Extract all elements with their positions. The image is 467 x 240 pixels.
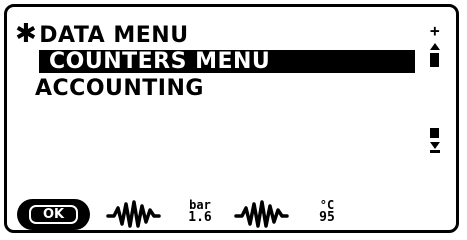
- waveform-icon: [234, 200, 289, 228]
- display-screen: ✱DATA MENU COUNTERS MENU ACCOUNTING + OK…: [4, 4, 459, 233]
- scroll-minus-icon: [430, 150, 440, 153]
- temperature-readout: °C 95: [312, 199, 342, 225]
- menu-item-label: ACCOUNTING: [35, 76, 204, 101]
- scrollbar-thumb-top: [430, 53, 439, 67]
- pressure-value: 1.6: [188, 210, 212, 225]
- scroll-plus-icon: +: [430, 21, 440, 40]
- ok-button-label: OK: [42, 207, 65, 222]
- scrollbar-thumb-bottom: [430, 128, 439, 138]
- temperature-value: 95: [319, 210, 335, 225]
- ok-button-frame: OK: [29, 205, 78, 224]
- pressure-readout: bar 1.6: [185, 199, 215, 225]
- menu-title: ✱DATA MENU: [15, 19, 189, 49]
- waveform-icon: [106, 200, 161, 228]
- scroll-up-arrow-icon[interactable]: [430, 43, 440, 50]
- menu-item-accounting[interactable]: ACCOUNTING: [35, 77, 204, 101]
- menu-item-counters[interactable]: COUNTERS MENU: [39, 50, 415, 73]
- menu-title-text: DATA MENU: [39, 23, 189, 48]
- menu-item-label: COUNTERS MENU: [49, 49, 271, 74]
- scroll-down-arrow-icon[interactable]: [430, 142, 440, 149]
- asterisk-icon: ✱: [15, 19, 38, 49]
- ok-button[interactable]: OK: [17, 199, 90, 230]
